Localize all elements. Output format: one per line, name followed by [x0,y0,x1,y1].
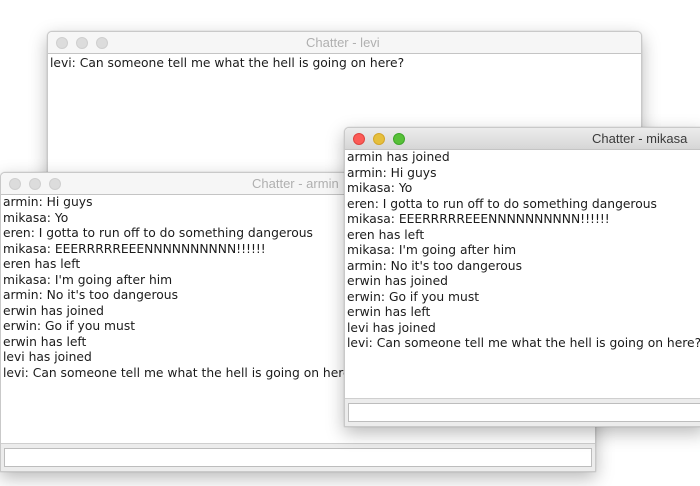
chat-message: mikasa: I'm going after him [347,243,517,257]
zoom-icon[interactable] [49,178,61,190]
window-title: Chatter - armin [252,176,339,191]
window-title: Chatter - mikasa [592,131,688,146]
chat-message: erwin has left [347,305,431,319]
chat-message: erwin has joined [347,274,448,288]
chat-message: levi: Can someone tell me what the hell … [347,336,700,350]
input-area [1,444,595,471]
zoom-icon[interactable] [393,133,405,145]
message-input[interactable] [348,403,700,422]
close-icon[interactable] [353,133,365,145]
chat-message: eren: I gotta to run off to do something… [347,196,657,211]
minimize-icon[interactable] [29,178,41,190]
minimize-icon[interactable] [373,133,385,145]
chat-message: levi has joined [347,320,436,335]
chat-message: eren has left [347,227,425,242]
window-controls [56,37,108,49]
chat-message: erwin: Go if you must [347,289,480,304]
window-title: Chatter - levi [306,35,380,50]
close-icon[interactable] [56,37,68,49]
chat-message: armin: Hi guys [347,165,437,180]
window-controls [9,178,61,190]
zoom-icon[interactable] [96,37,108,49]
chat-log[interactable]: armin has joined armin: Hi guys mikasa: Yo… [345,150,700,399]
close-icon[interactable] [9,178,21,190]
title-bar[interactable]: Chatter - levi [48,32,641,54]
chatter-window-mikasa[interactable]: Chatter - mikasa armin has joined armin: … [344,127,700,427]
chat-message: armin has joined [347,150,450,164]
minimize-icon[interactable] [76,37,88,49]
chat-message: mikasa: Yo [347,181,413,195]
chat-message: mikasa: EEERRRRREEENNNNNNNNNN!!!!!! [347,212,610,226]
title-bar[interactable]: Chatter - mikasa [345,128,700,150]
chat-message: levi: Can someone tell me what the hell … [50,56,405,70]
window-controls [353,133,405,145]
chat-message: armin: No it's too dangerous [347,258,522,273]
message-input[interactable] [4,448,592,467]
input-area [345,399,700,426]
